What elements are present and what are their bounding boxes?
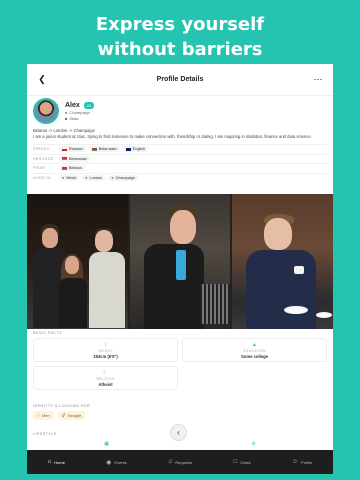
back-icon[interactable]: ❮ xyxy=(35,73,49,87)
detail-row-from: FROM Belarus xyxy=(33,163,327,173)
identity-section: IDENTITY & LOOKING FOR ♂ Men ⚥ Straight xyxy=(27,404,333,423)
profile-photo[interactable] xyxy=(129,194,231,329)
chip-orientation: ⚥ Straight xyxy=(57,411,86,420)
chip-heritage: Belarusian xyxy=(59,155,90,162)
tab-chats[interactable]: □ Chats xyxy=(234,459,251,465)
details-list: SPEAKS Russian Belarusian English HERITA… xyxy=(27,142,333,184)
moon-icon: ☾ xyxy=(103,369,108,376)
chip-looking-for: ♂ Men xyxy=(33,411,54,420)
chip-country: Belarus xyxy=(59,165,85,172)
location-text: Champaign xyxy=(69,109,90,115)
tab-events[interactable]: ◉ Events xyxy=(106,459,126,466)
lifestyle-icon: ▣ xyxy=(104,441,109,447)
compass-icon: ◉ xyxy=(106,459,112,466)
fact-education: ▲ EDUCATION Some college xyxy=(182,338,327,362)
ruler-icon: ↕ xyxy=(104,341,107,348)
tab-requests[interactable]: ♫ Requests xyxy=(168,459,192,465)
profile-icon: ☺ xyxy=(291,459,299,465)
page-title: Profile Details xyxy=(156,76,204,83)
male-icon: ♂ xyxy=(37,413,40,418)
app-screen: ❮ Profile Details ⋯ Alex 22 ● Champaign … xyxy=(27,64,333,474)
location-line: ● Champaign xyxy=(65,110,94,115)
pin-icon: ● xyxy=(111,175,114,180)
detail-row-heritage: HERITAGE Belarusian xyxy=(33,153,327,164)
chip-language: Russian xyxy=(59,146,86,153)
graduation-cap-icon: ▲ xyxy=(252,341,257,348)
fact-height: ↕ HEIGHT 183cm (6'0") xyxy=(33,338,178,362)
bell-icon: ♫ xyxy=(167,459,173,465)
headline-line-2: without barriers xyxy=(97,39,263,60)
profile-name: Alex xyxy=(65,101,80,109)
tab-profile[interactable]: ☺ Profile xyxy=(292,459,312,465)
top-bar: ❮ Profile Details ⋯ xyxy=(27,64,333,96)
tab-home[interactable]: ⌂ Home xyxy=(48,459,65,465)
detail-row-speaks: SPEAKS Russian Belarusian English xyxy=(33,144,327,154)
pin-icon: ● xyxy=(62,175,65,180)
detail-label: FROM xyxy=(33,166,45,171)
profile-header: Alex 22 ● Champaign ■ Stats xyxy=(27,96,333,126)
chip-city: ● Minsk xyxy=(59,174,80,181)
profile-photo[interactable] xyxy=(27,194,128,329)
chip-city: ● London xyxy=(82,174,106,181)
detail-label: SPEAKS xyxy=(33,147,50,152)
photo-gallery[interactable] xyxy=(27,194,333,329)
basic-facts-section: BASIC FACTS ↕ HEIGHT 183cm (6'0") ▲ EDUC… xyxy=(27,331,333,393)
study-line: ■ Stats xyxy=(65,116,94,121)
bio-text: Belarus -> London -> Champaign I am a ju… xyxy=(33,128,312,139)
study-text: Stats xyxy=(69,115,79,121)
pin-icon: ● xyxy=(85,175,88,180)
more-icon[interactable]: ⋯ xyxy=(311,73,325,87)
chip-language: Belarusian xyxy=(88,146,120,153)
orientation-icon: ⚥ xyxy=(61,413,66,418)
headline-line-1: Express yourself xyxy=(95,14,265,35)
age-badge: 22 xyxy=(83,101,95,109)
chip-city: ● Champaign xyxy=(108,174,138,181)
avatar[interactable] xyxy=(33,98,59,124)
chat-icon: □ xyxy=(233,459,238,465)
chip-language: English xyxy=(122,146,149,153)
pin-icon: ● xyxy=(65,109,68,115)
home-icon: ⌂ xyxy=(47,459,52,465)
detail-label: HERITAGE xyxy=(33,156,54,161)
detail-row-lived-in: LIVED IN ● Minsk ● London ● Champaign xyxy=(33,172,327,183)
book-icon: ■ xyxy=(65,115,68,121)
profile-photo[interactable] xyxy=(232,194,333,329)
collapse-button[interactable]: ‹ xyxy=(170,424,187,441)
marketing-headline: Express yourself without barriers xyxy=(0,12,360,62)
fact-religion: ☾ RELIGION Atheist xyxy=(33,366,178,390)
detail-label: LIVED IN xyxy=(33,175,51,180)
bottom-tab-bar: ⌂ Home ◉ Events ♫ Requests □ Chats ☺ Pro… xyxy=(27,450,333,474)
no-smoking-icon: ⊘ xyxy=(251,441,256,447)
